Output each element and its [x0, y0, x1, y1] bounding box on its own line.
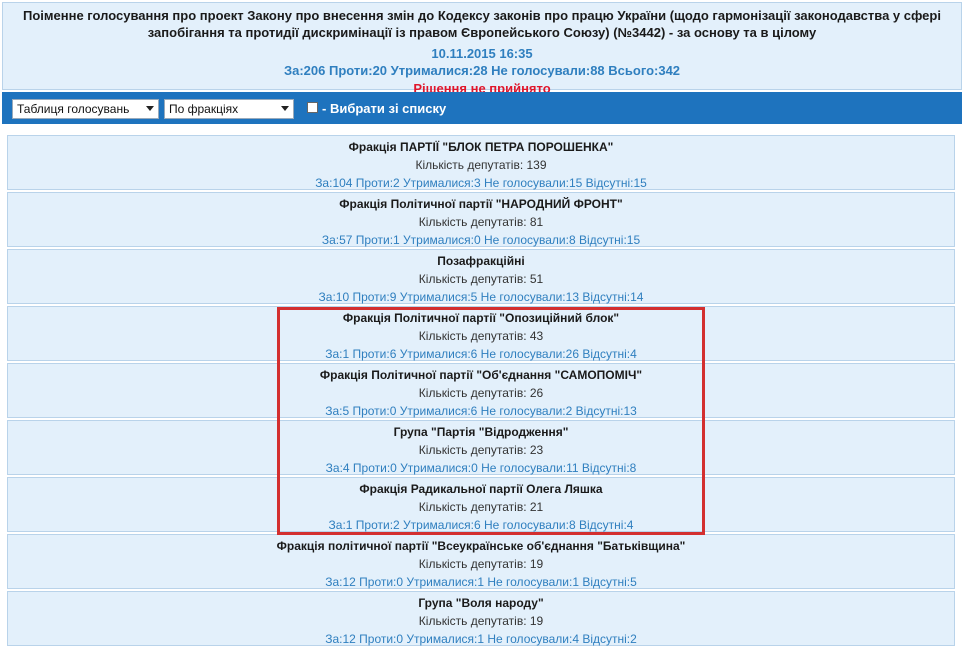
faction-row[interactable]: Фракція Радикальної партії Олега Ляшка К…	[7, 477, 955, 532]
faction-row[interactable]: Позафракційні Кількість депутатів: 51 За…	[7, 249, 955, 304]
faction-deputy-count: Кількість депутатів: 19	[418, 614, 544, 628]
faction-row[interactable]: Фракція Політичної партії "НАРОДНИЙ ФРОН…	[7, 192, 955, 247]
faction-name: Фракція Політичної партії "Об'єднання "С…	[319, 368, 643, 382]
view-select-value: Таблиця голосувань	[17, 102, 130, 116]
faction-vote-summary: За:1 Проти:6 Утрималися:6 Не голосували:…	[325, 347, 637, 361]
vote-datetime: 10.11.2015 16:35	[431, 46, 533, 61]
faction-name: Група "Партія "Відродження"	[393, 425, 569, 439]
faction-deputy-count: Кількість депутатів: 19	[418, 557, 544, 571]
faction-deputy-count: Кількість депутатів: 51	[418, 272, 544, 286]
faction-vote-summary: За:5 Проти:0 Утрималися:6 Не голосували:…	[325, 404, 637, 418]
faction-row[interactable]: Фракція політичної партії "Всеукраїнське…	[7, 534, 955, 589]
vote-totals: За:206 Проти:20 Утрималися:28 Не голосув…	[283, 63, 681, 78]
faction-deputy-count: Кількість депутатів: 23	[418, 443, 544, 457]
faction-row[interactable]: Група "Партія "Відродження" Кількість де…	[7, 420, 955, 475]
faction-deputy-count: Кількість депутатів: 139	[415, 158, 547, 172]
choose-from-list-label[interactable]: - Вибрати зі списку	[322, 101, 446, 116]
faction-name: Група "Воля народу"	[418, 596, 544, 610]
toolbar: Таблиця голосувань По фракціях - Вибрати…	[2, 92, 962, 124]
faction-vote-summary: За:4 Проти:0 Утрималися:0 Не голосували:…	[325, 461, 637, 475]
faction-name: Позафракційні	[437, 254, 525, 268]
group-select[interactable]: По фракціях	[164, 99, 294, 119]
faction-name: Фракція політичної партії "Всеукраїнське…	[276, 539, 686, 553]
faction-name: Фракція Політичної партії "Опозиційний б…	[342, 311, 620, 325]
group-select-value: По фракціях	[169, 102, 239, 116]
faction-deputy-count: Кількість депутатів: 26	[418, 386, 544, 400]
faction-list: Фракція ПАРТІЇ "БЛОК ПЕТРА ПОРОШЕНКА" Кі…	[7, 135, 955, 648]
faction-name: Фракція Радикальної партії Олега Ляшка	[359, 482, 603, 496]
faction-deputy-count: Кількість депутатів: 21	[418, 500, 544, 514]
view-select[interactable]: Таблиця голосувань	[12, 99, 159, 119]
faction-vote-summary: За:104 Проти:2 Утрималися:3 Не голосувал…	[315, 176, 647, 190]
vote-header: Поіменне голосування про проект Закону п…	[2, 2, 962, 96]
faction-vote-summary: За:1 Проти:2 Утрималися:6 Не голосували:…	[328, 518, 634, 532]
faction-vote-summary: За:12 Проти:0 Утрималися:1 Не голосували…	[325, 632, 637, 646]
choose-from-list-checkbox[interactable]	[307, 102, 318, 113]
faction-vote-summary: За:12 Проти:0 Утрималися:1 Не голосували…	[325, 575, 637, 589]
faction-vote-summary: За:10 Проти:9 Утрималися:5 Не голосували…	[318, 290, 644, 304]
faction-name: Фракція ПАРТІЇ "БЛОК ПЕТРА ПОРОШЕНКА"	[348, 140, 614, 154]
faction-deputy-count: Кількість депутатів: 81	[418, 215, 544, 229]
faction-row[interactable]: Фракція Політичної партії "Опозиційний б…	[7, 306, 955, 361]
vote-title: Поіменне голосування про проект Закону п…	[23, 8, 941, 40]
chevron-down-icon	[281, 106, 289, 111]
chevron-down-icon	[146, 106, 154, 111]
faction-row[interactable]: Фракція Політичної партії "Об'єднання "С…	[7, 363, 955, 418]
faction-row[interactable]: Група "Воля народу" Кількість депутатів:…	[7, 591, 955, 646]
faction-deputy-count: Кількість депутатів: 43	[418, 329, 544, 343]
faction-name: Фракція Політичної партії "НАРОДНИЙ ФРОН…	[339, 197, 623, 211]
faction-vote-summary: За:57 Проти:1 Утрималися:0 Не голосували…	[321, 233, 641, 247]
faction-row[interactable]: Фракція ПАРТІЇ "БЛОК ПЕТРА ПОРОШЕНКА" Кі…	[7, 135, 955, 190]
